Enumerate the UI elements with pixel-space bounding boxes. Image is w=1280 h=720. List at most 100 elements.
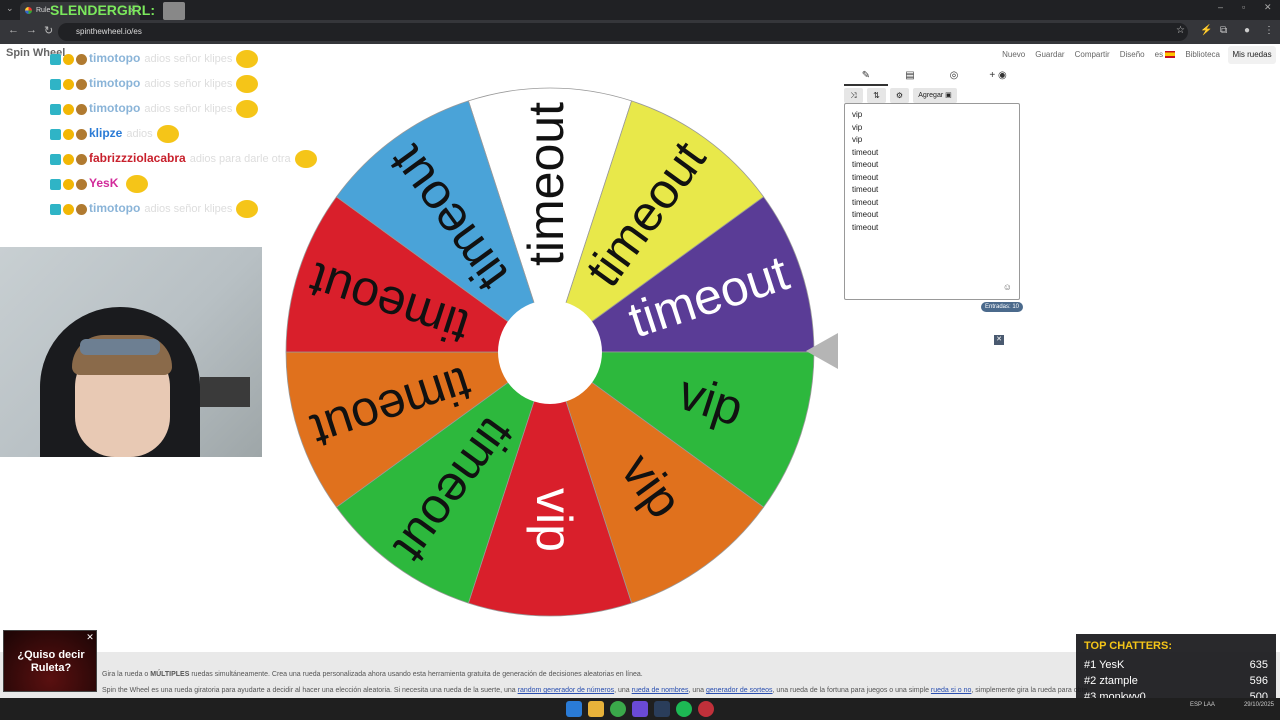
maximize-icon[interactable]: ▫ [1242, 2, 1245, 12]
chat-username[interactable]: timotopo [89, 76, 140, 90]
entry-line: timeout [852, 160, 879, 169]
chat-message: timotopo adios señor klipes [50, 100, 259, 118]
top-chatters-title: TOP CHATTERS: [1084, 640, 1173, 652]
obs-icon[interactable] [632, 701, 648, 717]
chat-username[interactable]: timotopo [89, 51, 140, 65]
chat-message-text: adios [126, 128, 153, 141]
emote-icon [156, 125, 179, 143]
shuffle-icon[interactable]: ⤨ [844, 88, 863, 103]
chat-message: YesK [50, 175, 149, 193]
bits-badge-icon [63, 103, 74, 115]
link-number-generator[interactable]: random generador de números [518, 687, 615, 694]
subscriber-badge-icon [50, 128, 61, 140]
site-nav: Nuevo Guardar Compartir Diseño es Biblio… [1002, 50, 1220, 59]
link-raffle-generator[interactable]: generador de sorteos [706, 687, 773, 694]
streamer-name: SLENDERGIRL: [50, 2, 185, 21]
windows-taskbar: ESP LAA 29/10/2025 [0, 698, 1280, 720]
bookmark-star-icon[interactable]: ☆ [1176, 25, 1185, 36]
nav-gallery[interactable]: Biblioteca [1185, 50, 1220, 59]
browser-menu-icon[interactable]: ⋮ [1264, 25, 1274, 36]
subscriber-badge-icon [50, 78, 61, 90]
ad-close-icon[interactable]: ✕ [85, 632, 95, 642]
spain-flag-icon [1165, 51, 1176, 59]
file-explorer-icon[interactable] [588, 701, 604, 717]
bits-badge-icon [63, 203, 74, 215]
tab-search-icon[interactable]: ⌄ [6, 3, 14, 14]
bits-badge-icon [63, 53, 74, 65]
chat-username[interactable]: YesK [89, 176, 118, 190]
emoji-picker-icon[interactable]: ☺ [1003, 281, 1012, 294]
taskbar-clock[interactable]: 29/10/2025 [1244, 701, 1274, 709]
subscriber-badge-icon [50, 153, 61, 165]
entry-line: timeout [852, 147, 879, 157]
chrome-icon[interactable] [610, 701, 626, 717]
webcam-feed [0, 247, 262, 457]
footer-line-1: Gira la rueda o MÚLTIPLES ruedas simultá… [102, 671, 643, 678]
wheel-hub[interactable] [498, 300, 602, 404]
subscriber-badge-icon [50, 178, 61, 190]
gift-badge-icon [76, 153, 87, 165]
color-wheel-icon[interactable]: + ◉ [976, 66, 1020, 86]
minimize-icon[interactable]: – [1218, 2, 1223, 12]
roulette-ad[interactable]: ¿Quiso decir Ruleta? ✕ [3, 630, 97, 692]
ad-text: ¿Quiso decir Ruleta? [17, 649, 85, 674]
gift-badge-icon [76, 128, 87, 140]
chat-username[interactable]: fabrizzziolacabra [89, 151, 186, 165]
close-ad-icon[interactable]: ✕ [994, 335, 1004, 345]
nav-new[interactable]: Nuevo [1002, 50, 1025, 59]
background-shelf [200, 377, 250, 407]
extension-icon[interactable]: ⚡ [1200, 25, 1212, 36]
language-indicator[interactable]: ESP LAA [1190, 701, 1215, 709]
back-icon[interactable]: ← [8, 24, 19, 36]
emote-icon [294, 150, 317, 168]
emote-icon [236, 100, 259, 118]
clipboard-icon[interactable]: ▤ [888, 66, 932, 86]
entry-line: vip [852, 122, 863, 132]
nav-share[interactable]: Compartir [1075, 50, 1110, 59]
chat-message: timotopo adios señor klipes [50, 75, 259, 93]
spin-wheel[interactable]: timeout timeouttimeoutvipvipviptimeouttim… [276, 78, 824, 626]
close-window-icon[interactable]: ✕ [1264, 2, 1272, 13]
chat-username[interactable]: timotopo [89, 101, 140, 115]
chat-message: timotopo adios señor klipes [50, 200, 259, 218]
extensions-puzzle-icon[interactable]: ⧉ [1220, 25, 1227, 36]
chat-username[interactable]: klipze [89, 126, 122, 140]
bits-badge-icon [63, 78, 74, 90]
chat-username[interactable]: timotopo [89, 201, 140, 215]
link-yes-no-wheel[interactable]: rueda si o no [931, 687, 971, 694]
add-button[interactable]: Agregar ▣ [913, 88, 957, 103]
tab-favicon-icon [25, 7, 32, 14]
entry-line: timeout [852, 222, 879, 232]
app-icon[interactable] [698, 701, 714, 717]
profile-avatar-icon[interactable]: ● [1244, 25, 1250, 36]
forward-icon[interactable]: → [26, 24, 37, 36]
subscriber-badge-icon [50, 103, 61, 115]
eye-off-icon[interactable]: ◎ [932, 66, 976, 86]
entries-editor: ✎ ▤ ◎ + ◉ ⤨ ⇅ ⚙ Agregar ▣ vip vip vip ti… [844, 66, 1020, 300]
steam-icon[interactable] [654, 701, 670, 717]
wheel-pointer-icon [806, 333, 838, 369]
gift-badge-icon [76, 103, 87, 115]
chat-message-text: adios señor klipes [144, 103, 233, 116]
nav-save[interactable]: Guardar [1035, 50, 1064, 59]
spotify-icon[interactable] [676, 701, 692, 717]
editor-tabs: ✎ ▤ ◎ + ◉ [844, 66, 1020, 86]
nav-design[interactable]: Diseño [1120, 50, 1145, 59]
emote-icon [236, 75, 259, 93]
wheel-segment-label: timeout [518, 102, 574, 266]
pencil-icon[interactable]: ✎ [844, 66, 888, 86]
link-name-wheel[interactable]: rueda de nombres [632, 687, 689, 694]
gift-badge-icon [76, 178, 87, 190]
settings-icon[interactable]: ⚙ [890, 88, 909, 103]
entries-count-badge: Entradas: 10 [981, 302, 1024, 312]
nav-language[interactable]: es [1155, 50, 1176, 59]
chat-message: fabrizzziolacabra adios para darle otra [50, 150, 317, 168]
windows-start-icon[interactable] [566, 701, 582, 717]
bits-badge-icon [63, 178, 74, 190]
bits-badge-icon [63, 153, 74, 165]
gift-badge-icon [76, 203, 87, 215]
entries-textarea[interactable]: vip vip vip timeout timeout timeout time… [844, 103, 1020, 300]
gift-badge-icon [76, 53, 87, 65]
sort-icon[interactable]: ⇅ [867, 88, 886, 103]
my-wheels-button[interactable]: Mis ruedas [1228, 46, 1276, 64]
